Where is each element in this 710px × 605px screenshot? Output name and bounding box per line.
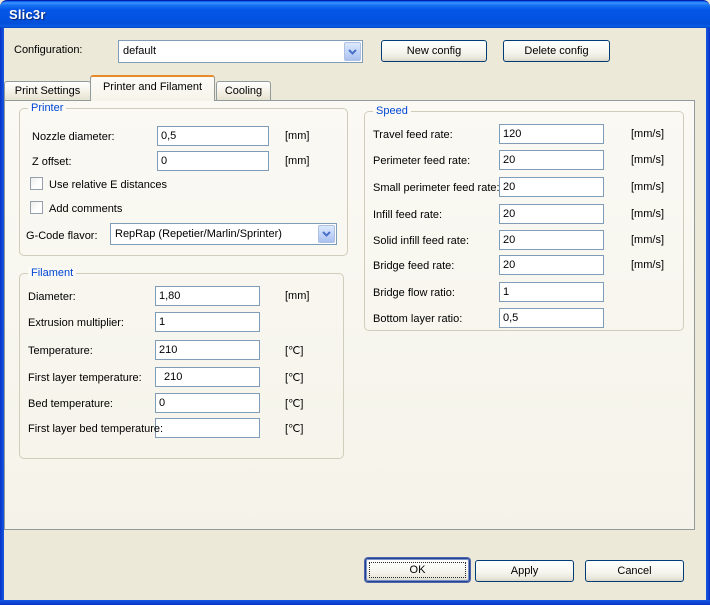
window-title: Slic3r bbox=[9, 7, 46, 22]
filament-group: Filament Diameter: [mm] Extrusion multip… bbox=[19, 273, 344, 459]
nozzle-diameter-label: Nozzle diameter: bbox=[32, 130, 115, 144]
small-perimeter-feed-rate-input[interactable] bbox=[499, 177, 604, 197]
title-bar[interactable]: Slic3r bbox=[0, 0, 710, 28]
slic3r-window: Slic3r Configuration: default New config… bbox=[0, 0, 710, 605]
configuration-select[interactable]: default bbox=[118, 40, 363, 63]
delete-config-button[interactable]: Delete config bbox=[503, 40, 610, 62]
bed-temperature-unit: [℃] bbox=[285, 397, 303, 410]
bridge-feed-rate-label: Bridge feed rate: bbox=[373, 259, 454, 273]
z-offset-input[interactable] bbox=[157, 151, 269, 171]
printer-group: Printer Nozzle diameter: [mm] Z offset: … bbox=[19, 108, 348, 256]
ok-button[interactable]: OK bbox=[365, 558, 470, 582]
small-perimeter-feed-rate-unit: [mm/s] bbox=[631, 181, 664, 193]
add-comments-label: Add comments bbox=[49, 202, 122, 216]
cancel-button[interactable]: Cancel bbox=[585, 560, 684, 582]
bed-temperature-label: Bed temperature: bbox=[28, 397, 113, 411]
bridge-feed-rate-input[interactable] bbox=[499, 255, 604, 275]
configuration-selected-value: default bbox=[123, 45, 156, 57]
perimeter-feed-rate-unit: [mm/s] bbox=[631, 154, 664, 166]
nozzle-diameter-input[interactable] bbox=[157, 126, 269, 146]
tab-printer-and-filament[interactable]: Printer and Filament bbox=[90, 75, 215, 101]
speed-group: Speed Travel feed rate: [mm/s] Perimeter… bbox=[364, 111, 684, 331]
diameter-unit: [mm] bbox=[285, 290, 309, 302]
perimeter-feed-rate-input[interactable] bbox=[499, 150, 604, 170]
chevron-down-icon[interactable] bbox=[344, 42, 361, 61]
travel-feed-rate-label: Travel feed rate: bbox=[373, 128, 453, 142]
first-layer-temperature-unit: [℃] bbox=[285, 371, 303, 384]
bridge-feed-rate-unit: [mm/s] bbox=[631, 259, 664, 271]
temperature-input[interactable] bbox=[155, 340, 260, 360]
new-config-button[interactable]: New config bbox=[381, 40, 487, 62]
use-relative-e-distances-checkbox[interactable] bbox=[30, 177, 43, 190]
chevron-down-icon[interactable] bbox=[318, 225, 335, 243]
bridge-flow-ratio-label: Bridge flow ratio: bbox=[373, 286, 455, 300]
bottom-layer-ratio-label: Bottom layer ratio: bbox=[373, 312, 462, 326]
window-frame-right bbox=[706, 28, 710, 600]
gcode-flavor-select[interactable]: RepRap (Repetier/Marlin/Sprinter) bbox=[110, 223, 337, 245]
tab-print-settings[interactable]: Print Settings bbox=[4, 81, 91, 100]
tab-cooling[interactable]: Cooling bbox=[216, 81, 271, 100]
speed-group-title: Speed bbox=[373, 105, 411, 118]
solid-infill-feed-rate-input[interactable] bbox=[499, 230, 604, 250]
solid-infill-feed-rate-unit: [mm/s] bbox=[631, 234, 664, 246]
solid-infill-feed-rate-label: Solid infill feed rate: bbox=[373, 234, 469, 248]
filament-group-title: Filament bbox=[28, 267, 76, 280]
z-offset-unit: [mm] bbox=[285, 155, 309, 167]
first-layer-temperature-label: First layer temperature: bbox=[28, 371, 142, 385]
bridge-flow-ratio-input[interactable] bbox=[499, 282, 604, 302]
z-offset-label: Z offset: bbox=[32, 155, 72, 169]
bottom-layer-ratio-input[interactable] bbox=[499, 308, 604, 328]
tab-panel-printer-and-filament: Printer Nozzle diameter: [mm] Z offset: … bbox=[4, 100, 695, 530]
apply-button[interactable]: Apply bbox=[475, 560, 574, 582]
first-layer-temperature-input[interactable] bbox=[155, 367, 260, 387]
nozzle-diameter-unit: [mm] bbox=[285, 130, 309, 142]
temperature-label: Temperature: bbox=[28, 344, 93, 358]
temperature-unit: [℃] bbox=[285, 344, 303, 357]
first-layer-bed-temperature-unit: [℃] bbox=[285, 422, 303, 435]
extrusion-multiplier-label: Extrusion multiplier: bbox=[28, 316, 124, 330]
bed-temperature-input[interactable] bbox=[155, 393, 260, 413]
perimeter-feed-rate-label: Perimeter feed rate: bbox=[373, 154, 470, 168]
first-layer-bed-temperature-input[interactable] bbox=[155, 418, 260, 438]
configuration-label: Configuration: bbox=[14, 43, 83, 57]
window-frame-bottom bbox=[0, 600, 710, 605]
diameter-label: Diameter: bbox=[28, 290, 76, 304]
infill-feed-rate-input[interactable] bbox=[499, 204, 604, 224]
gcode-flavor-selected-value: RepRap (Repetier/Marlin/Sprinter) bbox=[115, 228, 282, 240]
first-layer-bed-temperature-label: First layer bed temperature: bbox=[28, 422, 163, 436]
diameter-input[interactable] bbox=[155, 286, 260, 306]
small-perimeter-feed-rate-label: Small perimeter feed rate: bbox=[373, 181, 500, 195]
printer-group-title: Printer bbox=[28, 102, 66, 115]
add-comments-checkbox[interactable] bbox=[30, 201, 43, 214]
infill-feed-rate-label: Infill feed rate: bbox=[373, 208, 442, 222]
window-content: Configuration: default New config Delete… bbox=[4, 28, 706, 600]
travel-feed-rate-unit: [mm/s] bbox=[631, 128, 664, 140]
extrusion-multiplier-input[interactable] bbox=[155, 312, 260, 332]
travel-feed-rate-input[interactable] bbox=[499, 124, 604, 144]
infill-feed-rate-unit: [mm/s] bbox=[631, 208, 664, 220]
gcode-flavor-label: G-Code flavor: bbox=[26, 229, 98, 243]
use-relative-e-distances-label: Use relative E distances bbox=[49, 178, 167, 192]
